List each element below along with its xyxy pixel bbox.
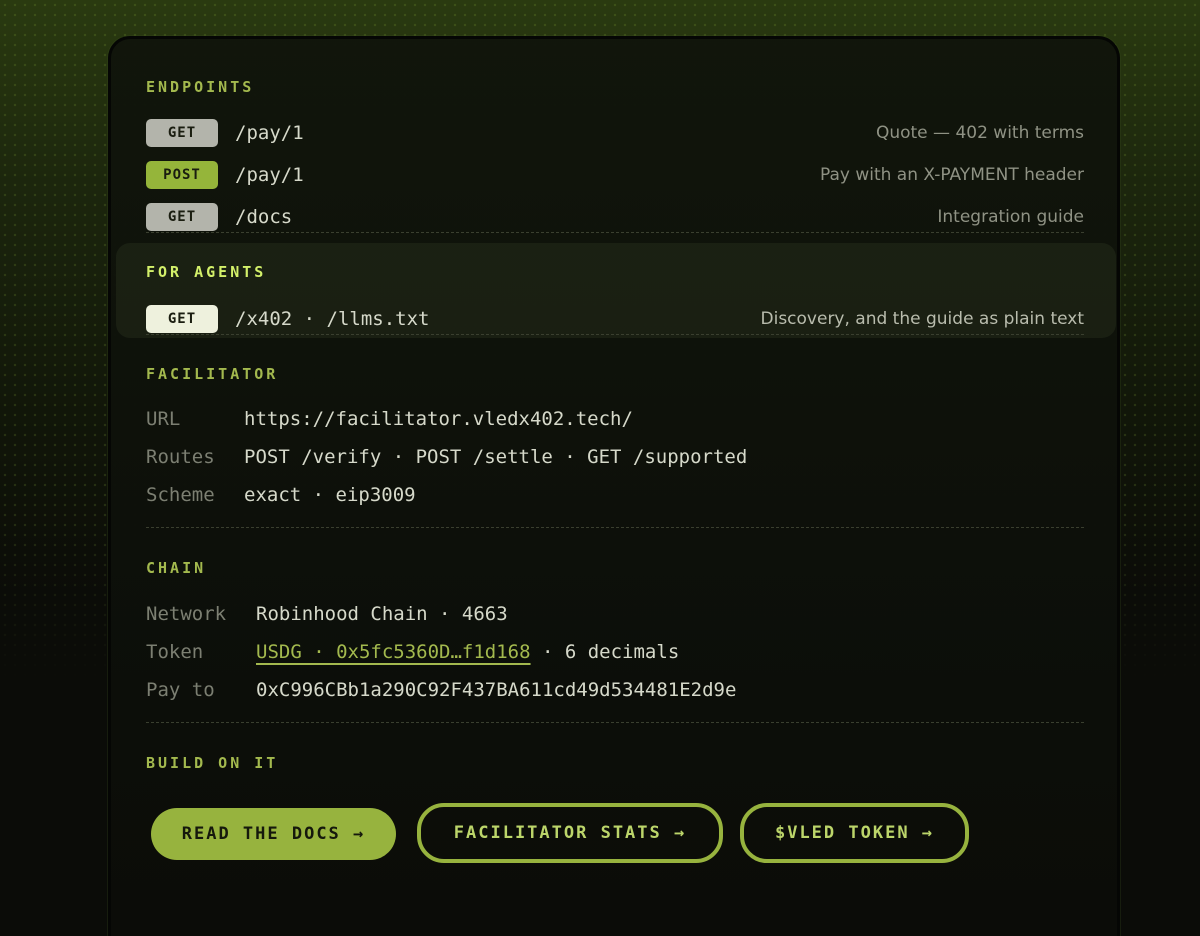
divider [146,722,1084,723]
endpoint-path: /pay/1 [235,122,304,144]
field-label: Token [146,641,204,663]
token-decimals: · 6 decimals [530,641,680,663]
facilitator-stats-button[interactable]: FACILITATOR STATS → [417,803,723,863]
divider [146,527,1084,528]
agents-title: FOR AGENTS [146,263,267,281]
chain-token-value: USDG · 0x5fc5360D…f1d168 · 6 decimals [256,638,679,666]
method-badge-get: GET [146,203,218,231]
endpoint-path: /x402 · /llms.txt [235,308,430,330]
endpoint-description: Quote — 402 with terms [875,123,1084,143]
field-label: Routes [146,446,215,468]
endpoint-row-get-pay[interactable]: GET /pay/1 Quote — 402 with terms [146,119,1084,151]
method-badge-get: GET [146,305,218,333]
endpoint-description: Discovery, and the guide as plain text [760,309,1085,329]
divider [146,334,1084,335]
endpoints-title: ENDPOINTS [146,78,255,96]
endpoint-description: Integration guide [937,207,1084,227]
divider [146,232,1084,233]
endpoint-path: /pay/1 [235,164,304,186]
facilitator-routes-value: POST /verify · POST /settle · GET /suppo… [244,446,748,468]
field-label: Pay to [146,679,215,701]
facilitator-scheme-value: exact · eip3009 [244,484,416,506]
method-badge-get: GET [146,119,218,147]
chain-network-value: Robinhood Chain · 4663 [256,603,508,625]
facilitator-title: FACILITATOR [146,365,279,383]
chain-title: CHAIN [146,559,207,577]
vled-token-button[interactable]: $VLED TOKEN → [740,803,969,863]
facilitator-url-value: https://facilitator.vledx402.tech/ [244,408,633,430]
field-label: Scheme [146,484,215,506]
endpoint-path: /docs [235,206,293,228]
token-contract-link[interactable]: USDG · 0x5fc5360D…f1d168 [256,641,531,663]
chain-payto-value: 0xC996CBb1a290C92F437BA611cd49d534481E2d… [256,679,737,701]
endpoint-description: Pay with an X-PAYMENT header [819,165,1084,185]
read-docs-button[interactable]: READ THE DOCS → [151,808,396,860]
field-label: URL [146,408,181,430]
build-title: BUILD ON IT [146,754,279,772]
field-label: Network [146,603,227,625]
endpoint-row-agents[interactable]: GET /x402 · /llms.txt Discovery, and the… [146,305,1084,337]
endpoint-row-get-docs[interactable]: GET /docs Integration guide [146,203,1084,235]
endpoint-row-post-pay[interactable]: POST /pay/1 Pay with an X-PAYMENT header [146,161,1084,193]
method-badge-post: POST [146,161,218,189]
